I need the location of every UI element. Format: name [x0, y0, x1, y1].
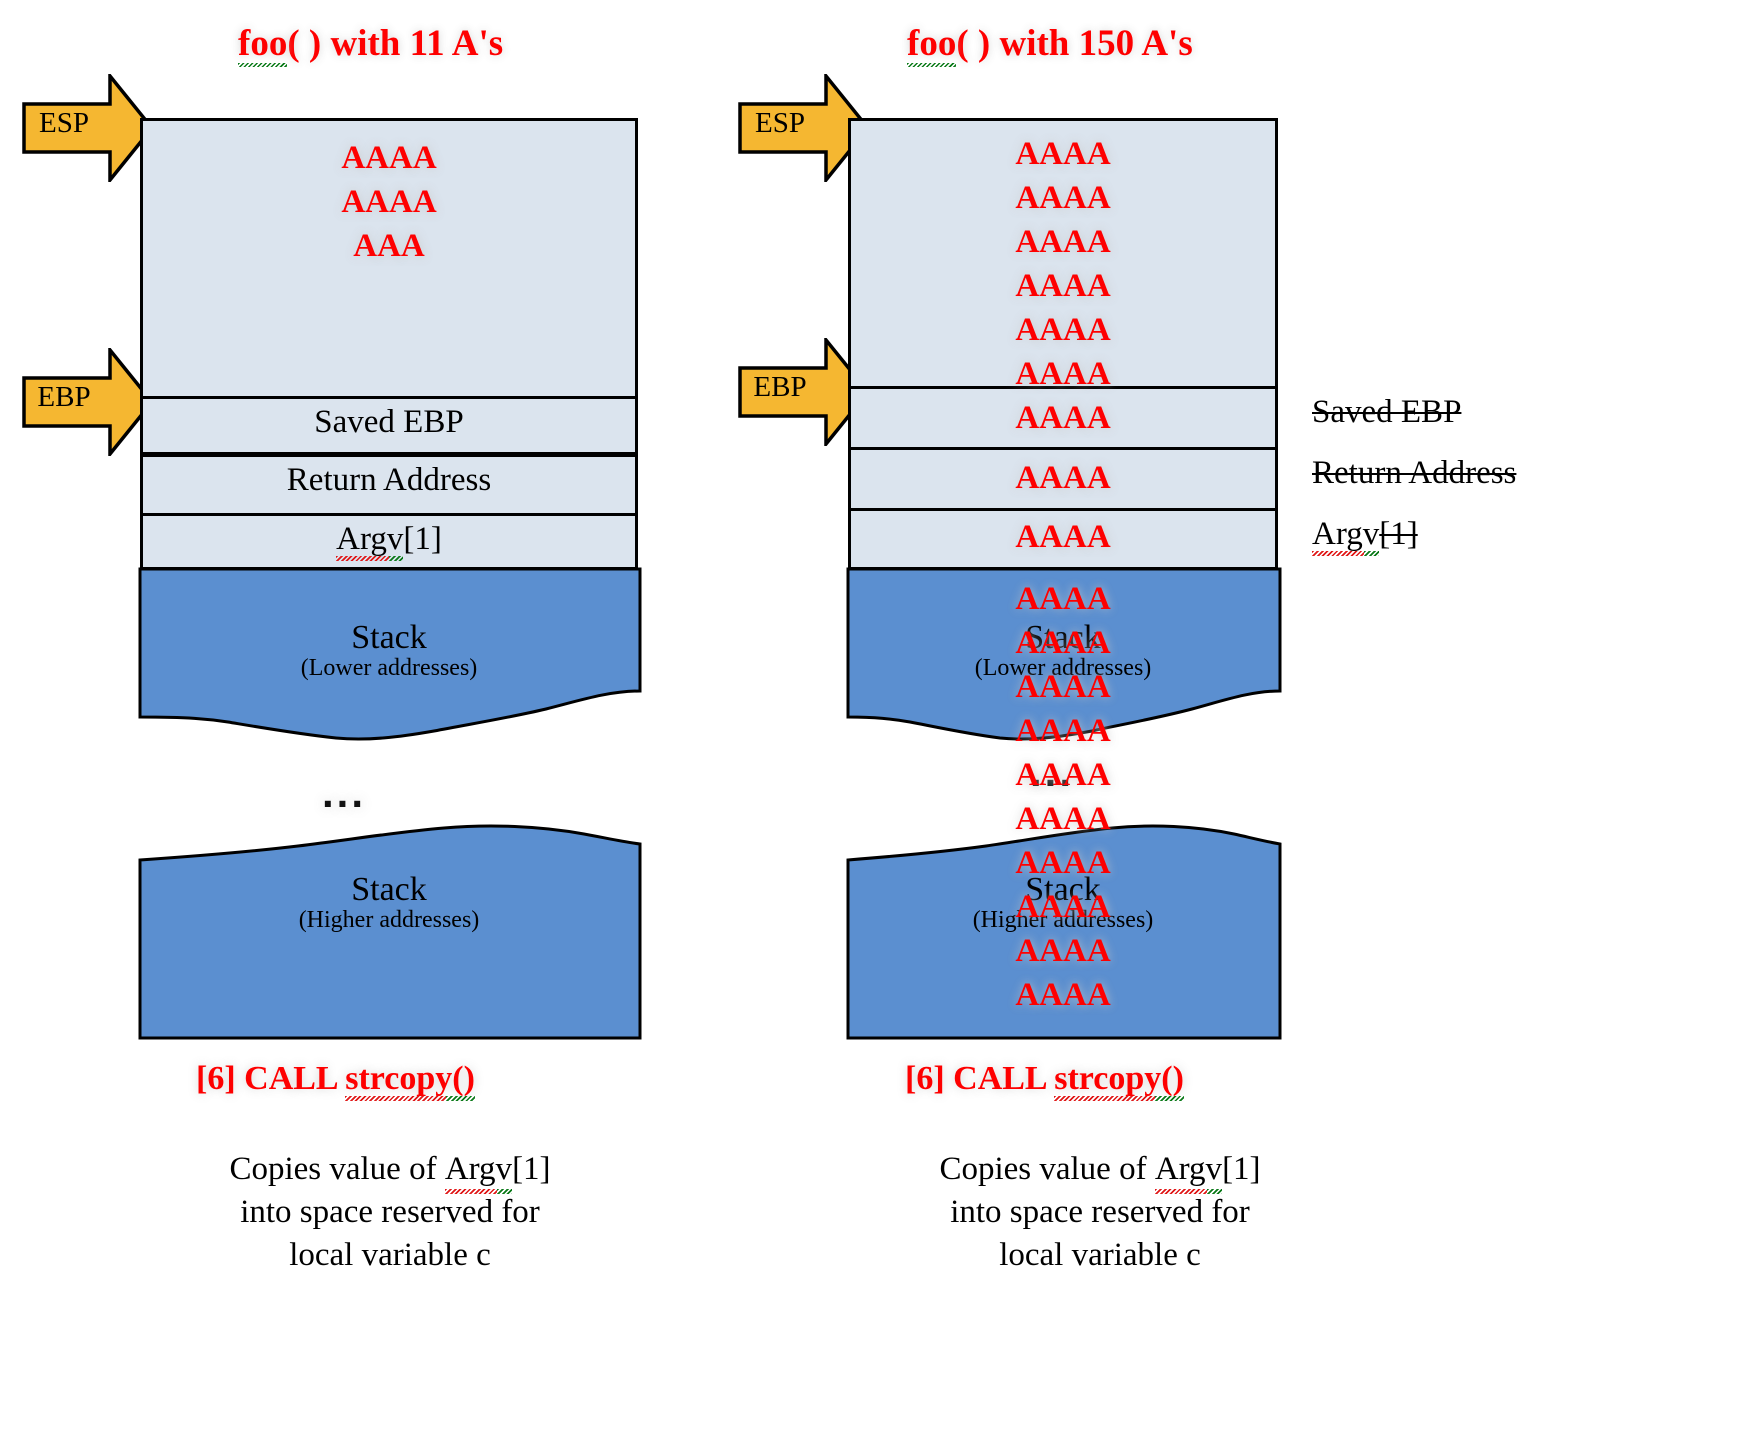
caption-body-line3-left: local variable c [289, 1236, 491, 1273]
stack-higher-note-left: (Higher addresses) [298, 906, 480, 933]
divider-saved-ebp-top [140, 396, 638, 399]
caption-fn-right: strcopy() [1054, 1060, 1184, 1101]
divider-return-address-top-right [848, 447, 1278, 450]
esp-label-right: ESP [755, 107, 805, 139]
caption-body-right: Copies value of Argv[1] into space reser… [830, 1148, 1370, 1277]
esp-label-left: ESP [39, 107, 89, 139]
payload-line: AAAA [1015, 889, 1111, 925]
payload-line: AAAA [1015, 400, 1111, 436]
payload-line: AAAA [1015, 136, 1111, 172]
esp-pointer-left: ESP [22, 74, 154, 182]
caption-fn-left: strcopy() [345, 1060, 475, 1101]
payload-line: AAAA [341, 184, 437, 220]
annotation-return-address: Return Address [1312, 455, 1517, 491]
caption-step-right: [6] CALL strcopy() [905, 1060, 1184, 1101]
payload-line: AAA [353, 228, 425, 264]
annotation-saved-ebp: Saved EBP [1312, 394, 1462, 430]
caption-body-argv-left: Argv [444, 1148, 513, 1194]
payload-line: AAAA [1015, 757, 1111, 793]
payload-line: AAAA [1015, 581, 1111, 617]
payload-line: AAAA [1015, 268, 1111, 304]
right-title: foo( ) with 150 A's [907, 22, 1193, 67]
ebp-pointer-left: EBP [22, 348, 154, 456]
caption-body-line2-right: into space reserved for [950, 1193, 1250, 1230]
annotation-argv-index: [1] [1379, 516, 1418, 552]
payload-line: AAAA [1015, 180, 1111, 216]
divider-return-address-top [140, 452, 638, 457]
payload-line: AAAA [1015, 460, 1111, 496]
payload-line: AAAA [1015, 801, 1111, 837]
caption-step-left: [6] CALL strcopy() [196, 1060, 475, 1101]
caption-body-argvidx-right: [1] [1222, 1151, 1261, 1187]
caption-step-text-left: [6] CALL [196, 1060, 346, 1097]
right-title-fn: foo [907, 23, 957, 67]
caption-body-line2-left: into space reserved for [240, 1193, 540, 1230]
ellipsis-left: ... [322, 769, 367, 816]
stack-higher-name-left: Stack [351, 871, 427, 908]
slot-label-argv-word: Argv [336, 521, 404, 561]
caption-body-line1-left: Copies value of Argv[1] [120, 1148, 660, 1194]
diagram-column-right: foo( ) with 150 A's ESP EBP Stack (Lower… [720, 0, 1754, 1450]
left-title: foo( ) with 11 A's [238, 22, 504, 67]
caption-body-line3-right: local variable c [999, 1236, 1201, 1273]
payload-line: AAAA [341, 140, 437, 176]
caption-body-argvidx-left: [1] [512, 1151, 551, 1187]
caption-body-left: Copies value of Argv[1] into space reser… [120, 1148, 660, 1277]
payload-line: AAAA [1015, 933, 1111, 969]
slot-label-argv: Argv[1] [140, 521, 638, 561]
caption-body-argv-right: Argv [1154, 1148, 1223, 1194]
stack-higher-text-left: Stack (Higher addresses) [140, 872, 638, 933]
ebp-label-left: EBP [37, 381, 91, 413]
slot-label-return-address: Return Address [286, 462, 492, 498]
payload-line: AAAA [1015, 356, 1111, 392]
divider-argv-top-right [848, 508, 1278, 511]
caption-body-line1a-left: Copies value of [229, 1151, 445, 1187]
slot-label-saved-ebp: Saved EBP [314, 404, 464, 440]
right-title-rest: ( ) with 150 A's [956, 23, 1193, 64]
caption-body-line1-right: Copies value of Argv[1] [830, 1148, 1370, 1194]
payload-line: AAAA [1015, 713, 1111, 749]
payload-line: AAAA [1015, 845, 1111, 881]
payload-line: AAAA [1015, 312, 1111, 348]
stack-lower-text-left: Stack (Lower addresses) [140, 620, 638, 681]
caption-step-text-right: [6] CALL [905, 1060, 1055, 1097]
stack-lower-note-left: (Lower addresses) [300, 654, 478, 681]
payload-line: AAAA [1015, 519, 1111, 555]
payload-line: AAAA [1015, 625, 1111, 661]
payload-line: AAAA [1015, 669, 1111, 705]
annotation-argv-word: Argv [1312, 516, 1380, 556]
left-title-rest: ( ) with 11 A's [287, 23, 504, 64]
caption-body-line1a-right: Copies value of [939, 1151, 1155, 1187]
left-title-fn: foo [238, 23, 288, 67]
ebp-label-right: EBP [753, 371, 807, 403]
annotation-argv: Argv[1] [1312, 516, 1418, 556]
payload-line: AAAA [1015, 224, 1111, 260]
stack-lower-name-left: Stack [351, 619, 427, 656]
slot-label-argv-index: [1] [403, 521, 442, 557]
diagram-column-left: foo( ) with 11 A's ESP EBP AAAA AAAA AAA… [0, 0, 760, 1450]
payload-line: AAAA [1015, 977, 1111, 1013]
divider-argv-top [140, 513, 638, 516]
